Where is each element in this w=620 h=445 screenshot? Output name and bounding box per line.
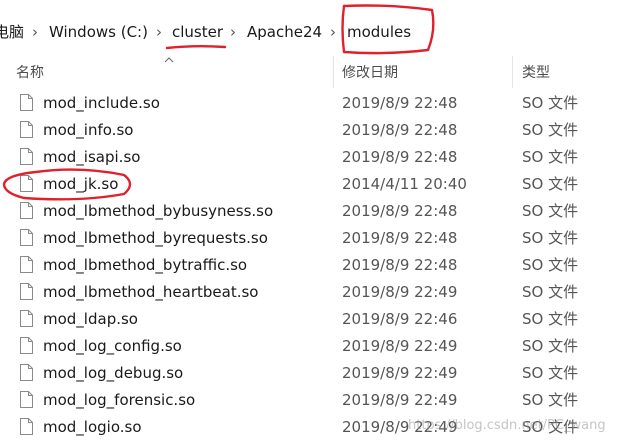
file-modified-date: 2019/8/9 22:49	[342, 391, 458, 409]
column-header-date[interactable]: 修改日期	[342, 64, 398, 82]
file-row[interactable]: mod_lbmethod_byrequests.so 2019/8/9 22:48…	[0, 225, 620, 252]
file-type: SO 文件	[522, 202, 579, 220]
file-name: mod_log_debug.so	[43, 364, 184, 382]
column-header-bar: 名称 修改日期 类型	[0, 56, 620, 88]
file-name: mod_ldap.so	[43, 310, 138, 328]
column-header-name[interactable]: 名称	[16, 64, 44, 82]
file-icon	[20, 364, 33, 381]
chevron-up-icon	[164, 55, 174, 66]
breadcrumb-item-cluster[interactable]: cluster	[172, 22, 223, 42]
file-modified-date: 2014/4/11 20:40	[342, 175, 467, 193]
breadcrumb-item-computer[interactable]: 电脑	[0, 22, 24, 42]
watermark: https://blog.csdn.net/PC_wang	[408, 418, 606, 433]
file-row[interactable]: mod_log_debug.so 2019/8/9 22:49 SO 文件	[0, 360, 620, 387]
file-icon	[20, 202, 33, 219]
file-type: SO 文件	[522, 229, 579, 247]
breadcrumb-separator[interactable]: ›	[156, 22, 162, 42]
file-list: mod_include.so 2019/8/9 22:48 SO 文件 mod_inf…	[0, 90, 620, 441]
file-name: mod_isapi.so	[43, 148, 141, 166]
file-type: SO 文件	[522, 283, 579, 301]
file-icon	[20, 148, 33, 165]
file-modified-date: 2019/8/9 22:48	[342, 229, 458, 247]
file-row[interactable]: mod_info.so 2019/8/9 22:48 SO 文件	[0, 117, 620, 144]
file-icon	[20, 391, 33, 408]
file-row[interactable]: mod_ldap.so 2019/8/9 22:46 SO 文件	[0, 306, 620, 333]
column-divider[interactable]	[512, 56, 513, 88]
column-header-type[interactable]: 类型	[522, 64, 550, 82]
breadcrumb-item-modules[interactable]: modules	[347, 22, 411, 42]
file-icon	[20, 121, 33, 138]
file-icon	[20, 310, 33, 327]
breadcrumb-separator[interactable]: ›	[230, 22, 236, 42]
file-type: SO 文件	[522, 148, 579, 166]
file-type: SO 文件	[522, 310, 579, 328]
file-name: mod_lbmethod_bybusyness.so	[43, 202, 274, 220]
file-modified-date: 2019/8/9 22:49	[342, 337, 458, 355]
file-modified-date: 2019/8/9 22:49	[342, 283, 458, 301]
file-type: SO 文件	[522, 121, 579, 139]
file-row[interactable]: mod_isapi.so 2019/8/9 22:48 SO 文件	[0, 144, 620, 171]
file-modified-date: 2019/8/9 22:48	[342, 94, 458, 112]
breadcrumb-item-windows-c[interactable]: Windows (C:)	[49, 22, 148, 42]
file-icon	[20, 418, 33, 435]
file-name: mod_log_config.so	[43, 337, 182, 355]
file-modified-date: 2019/8/9 22:46	[342, 310, 458, 328]
file-row[interactable]: mod_log_forensic.so 2019/8/9 22:49 SO 文件	[0, 387, 620, 414]
file-type: SO 文件	[522, 337, 579, 355]
file-icon	[20, 283, 33, 300]
breadcrumb: 电脑 › Windows (C:) › cluster › Apache24 ›…	[0, 0, 620, 56]
file-name: mod_include.so	[43, 94, 160, 112]
file-row[interactable]: mod_jk.so 2014/4/11 20:40 SO 文件	[0, 171, 620, 198]
file-icon	[20, 256, 33, 273]
file-modified-date: 2019/8/9 22:48	[342, 148, 458, 166]
file-row[interactable]: mod_lbmethod_bybusyness.so 2019/8/9 22:48…	[0, 198, 620, 225]
file-type: SO 文件	[522, 175, 579, 193]
file-name: mod_lbmethod_bytraffic.so	[43, 256, 248, 274]
file-row[interactable]: mod_lbmethod_heartbeat.so 2019/8/9 22:49 S…	[0, 279, 620, 306]
file-type: SO 文件	[522, 391, 579, 409]
file-type: SO 文件	[522, 364, 579, 382]
file-type: SO 文件	[522, 256, 579, 274]
file-name: mod_info.so	[43, 121, 134, 139]
file-type: SO 文件	[522, 94, 579, 112]
breadcrumb-separator[interactable]: ›	[330, 22, 336, 42]
file-icon	[20, 175, 33, 192]
file-name: mod_lbmethod_byrequests.so	[43, 229, 268, 247]
file-name: mod_jk.so	[43, 175, 119, 193]
file-row[interactable]: mod_lbmethod_bytraffic.so 2019/8/9 22:48 S…	[0, 252, 620, 279]
file-modified-date: 2019/8/9 22:48	[342, 202, 458, 220]
file-icon	[20, 229, 33, 246]
breadcrumb-item-apache24[interactable]: Apache24	[247, 22, 322, 42]
file-icon	[20, 337, 33, 354]
breadcrumb-separator[interactable]: ›	[32, 22, 38, 42]
file-modified-date: 2019/8/9 22:48	[342, 121, 458, 139]
file-modified-date: 2019/8/9 22:49	[342, 364, 458, 382]
file-icon	[20, 94, 33, 111]
file-name: mod_logio.so	[43, 418, 142, 436]
file-name: mod_lbmethod_heartbeat.so	[43, 283, 259, 301]
file-row[interactable]: mod_include.so 2019/8/9 22:48 SO 文件	[0, 90, 620, 117]
column-divider[interactable]	[333, 56, 334, 88]
file-row[interactable]: mod_log_config.so 2019/8/9 22:49 SO 文件	[0, 333, 620, 360]
file-modified-date: 2019/8/9 22:48	[342, 256, 458, 274]
file-name: mod_log_forensic.so	[43, 391, 196, 409]
